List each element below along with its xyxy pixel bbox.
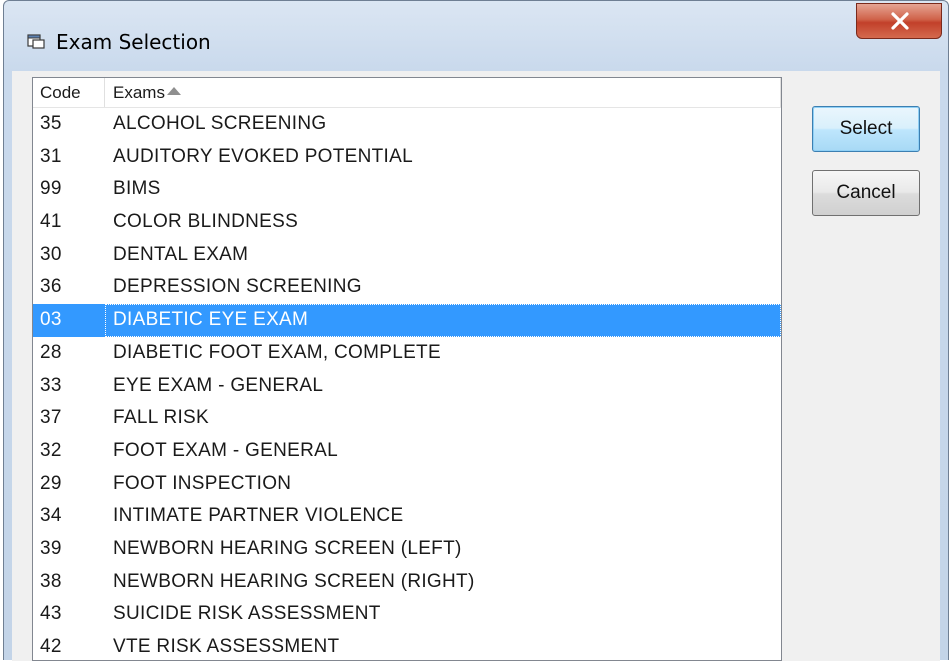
row-code: 03	[40, 309, 62, 331]
table-row[interactable]: 35 ALCOHOL SCREENING	[33, 108, 781, 141]
row-exam: FOOT EXAM - GENERAL	[113, 439, 338, 461]
title-bar[interactable]: Exam Selection	[4, 1, 948, 73]
row-code: 35	[40, 113, 62, 134]
column-header-code-label: Code	[40, 83, 81, 102]
table-row[interactable]: 36 DEPRESSION SCREENING	[33, 271, 781, 304]
table-row[interactable]: 28 DIABETIC FOOT EXAM, COMPLETE	[33, 337, 781, 370]
row-exam: INTIMATE PARTNER VIOLENCE	[113, 505, 404, 527]
row-code: 33	[40, 374, 62, 396]
row-exam: DIABETIC FOOT EXAM, COMPLETE	[113, 341, 441, 363]
cancel-button[interactable]: Cancel	[812, 170, 920, 216]
sort-ascending-icon	[166, 87, 181, 95]
row-code: 30	[40, 243, 62, 265]
table-row[interactable]: 34 INTIMATE PARTNER VIOLENCE	[33, 500, 781, 533]
table-row[interactable]: 39 NEWBORN HEARING SCREEN (LEFT)	[33, 533, 781, 566]
table-row[interactable]: 29 FOOT INSPECTION	[33, 468, 781, 501]
row-code: 41	[40, 211, 62, 233]
window-title: Exam Selection	[56, 30, 211, 54]
table-row[interactable]: 30 DENTAL EXAM	[33, 239, 781, 272]
row-code: 43	[40, 603, 62, 625]
table-row[interactable]: 33 EYE EXAM - GENERAL	[33, 370, 781, 403]
row-exam: COLOR BLINDNESS	[113, 211, 299, 233]
table-row[interactable]: 03 DIABETIC EYE EXAM	[33, 304, 781, 337]
row-exam: FALL RISK	[113, 407, 209, 429]
window-icon	[27, 33, 45, 49]
row-exam: SUICIDE RISK ASSESSMENT	[113, 603, 381, 625]
row-exam: NEWBORN HEARING SCREEN (LEFT)	[113, 537, 462, 559]
row-code: 39	[40, 537, 62, 559]
row-code: 29	[40, 472, 62, 494]
table-row[interactable]: 41 COLOR BLINDNESS	[33, 206, 781, 239]
row-exam: EYE EXAM - GENERAL	[113, 374, 324, 396]
row-code: 36	[40, 276, 62, 298]
table-row[interactable]: 43 SUICIDE RISK ASSESSMENT	[33, 598, 781, 631]
row-exam: DIABETIC EYE EXAM	[105, 304, 781, 337]
row-code: 28	[40, 341, 62, 363]
row-exam: VTE RISK ASSESSMENT	[113, 636, 340, 657]
row-code: 37	[40, 407, 62, 429]
table-row[interactable]: 38 NEWBORN HEARING SCREEN (RIGHT)	[33, 566, 781, 599]
table-row[interactable]: 31 AUDITORY EVOKED POTENTIAL	[33, 141, 781, 174]
table-row[interactable]: 42 VTE RISK ASSESSMENT	[33, 631, 781, 660]
row-exam: ALCOHOL SCREENING	[113, 113, 327, 134]
exam-list[interactable]: Code Exams 35 ALCOHOL SCREENING 31 AUDITORY…	[32, 77, 782, 661]
table-row[interactable]: 32 FOOT EXAM - GENERAL	[33, 435, 781, 468]
column-header-code[interactable]: Code	[33, 78, 105, 107]
select-button[interactable]: Select	[812, 106, 920, 152]
list-rows: 35 ALCOHOL SCREENING 31 AUDITORY EVOKED POT…	[33, 108, 781, 660]
column-header-exams-label: Exams	[113, 83, 165, 102]
dialog-client-area: Code Exams 35 ALCOHOL SCREENING 31 AUDITORY…	[12, 71, 940, 661]
row-exam: AUDITORY EVOKED POTENTIAL	[113, 145, 413, 167]
row-code: 38	[40, 570, 62, 592]
close-button[interactable]	[856, 3, 942, 39]
column-header-exams[interactable]: Exams	[105, 78, 781, 107]
row-exam: BIMS	[113, 178, 161, 200]
row-code: 32	[40, 439, 62, 461]
row-code: 99	[40, 178, 62, 200]
row-code: 42	[40, 636, 62, 657]
row-code: 34	[40, 505, 62, 527]
exam-selection-window: Exam Selection Code Exams 35 ALCOHOL SCRE…	[3, 0, 949, 661]
row-exam: NEWBORN HEARING SCREEN (RIGHT)	[113, 570, 475, 592]
row-exam: DENTAL EXAM	[113, 243, 249, 265]
table-row[interactable]: 37 FALL RISK	[33, 402, 781, 435]
row-exam: DEPRESSION SCREENING	[113, 276, 362, 298]
row-exam: FOOT INSPECTION	[113, 472, 292, 494]
table-row[interactable]: 99 BIMS	[33, 173, 781, 206]
list-header: Code Exams	[33, 78, 781, 108]
close-icon	[891, 12, 909, 30]
row-code: 31	[40, 145, 62, 167]
